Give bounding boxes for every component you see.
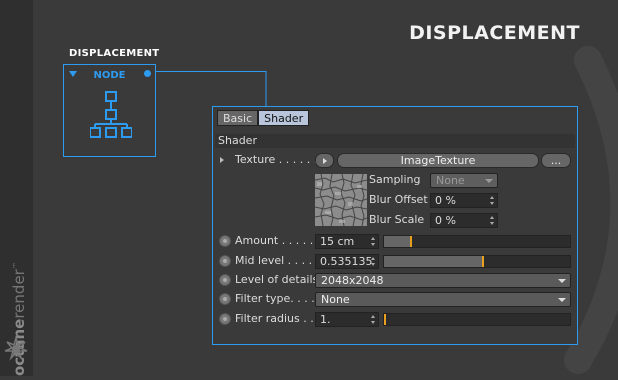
page-title: DISPLACEMENT: [409, 22, 580, 44]
play-icon: [322, 158, 327, 164]
sampling-value: None: [436, 174, 465, 187]
output-pin-icon[interactable]: [144, 70, 151, 77]
filter-radius-row: Filter radius . . 1.: [213, 311, 575, 327]
slider-knob[interactable]: [410, 236, 412, 247]
octane-logo-icon: [4, 336, 28, 361]
filter-type-value: None: [321, 293, 350, 306]
slider-fill: [384, 256, 482, 267]
texture-row: Texture . . . . . . ImageTexture ...: [213, 152, 575, 168]
stepper-icon[interactable]: [371, 237, 376, 246]
texture-play-button[interactable]: [315, 153, 334, 168]
filter-type-row: Filter type. . . . None: [213, 291, 575, 307]
amount-label: Amount . . . . .: [235, 234, 314, 247]
stepper-icon[interactable]: [371, 257, 376, 266]
displacement-node[interactable]: NODE: [63, 64, 156, 157]
blur-offset-value: 0 %: [435, 194, 456, 207]
filter-radius-label: Filter radius . .: [235, 312, 314, 325]
filter-type-dropdown[interactable]: None: [315, 292, 571, 307]
panel-tabs: Basic Shader: [217, 110, 310, 126]
mid-level-input[interactable]: 0.535135: [315, 254, 379, 269]
texture-more-button[interactable]: ...: [541, 153, 571, 168]
slider-knob[interactable]: [384, 314, 386, 325]
filter-radius-slider[interactable]: [383, 313, 571, 326]
stepper-icon[interactable]: [490, 216, 495, 225]
attribute-panel: Basic Shader Shader Texture . . . . . . …: [212, 106, 578, 345]
node-title: DISPLACEMENT: [69, 48, 160, 59]
mid-level-label: Mid level . . . .: [235, 254, 313, 267]
filter-radius-input[interactable]: 1.: [315, 312, 379, 327]
amount-input[interactable]: 15 cm: [315, 234, 379, 249]
level-of-details-label: Level of details: [235, 273, 319, 286]
tab-basic[interactable]: Basic: [217, 110, 259, 126]
amount-row: Amount . . . . . 15 cm: [213, 233, 575, 249]
level-of-details-dropdown[interactable]: 2048x2048: [315, 273, 571, 288]
mid-level-slider[interactable]: [383, 255, 571, 268]
sampling-row: Sampling None: [213, 172, 575, 188]
sampling-dropdown[interactable]: None: [430, 173, 498, 188]
blur-scale-input[interactable]: 0 %: [430, 213, 498, 228]
stepper-icon[interactable]: [371, 315, 376, 324]
mid-level-value: 0.535135: [320, 255, 373, 268]
level-of-details-row: Level of details 2048x2048: [213, 272, 575, 288]
filter-radius-value: 1.: [320, 313, 331, 326]
chevron-down-icon: [485, 179, 493, 183]
stepper-icon[interactable]: [490, 196, 495, 205]
chevron-down-icon: [558, 279, 566, 283]
image-texture-button[interactable]: ImageTexture: [337, 153, 539, 168]
hierarchy-icon: [90, 91, 132, 138]
node-label: NODE: [93, 70, 126, 81]
texture-label: Texture . . . . . .: [235, 153, 318, 166]
blur-scale-label: Blur Scale: [369, 213, 425, 226]
blur-offset-label: Blur Offset: [369, 193, 428, 206]
node-connector-line: [156, 71, 267, 108]
filter-type-label: Filter type. . . .: [235, 292, 315, 305]
section-header-shader: Shader: [215, 134, 575, 148]
blur-scale-row: Blur Scale 0 %: [213, 212, 575, 228]
animate-radio-icon[interactable]: [219, 255, 231, 267]
expand-arrow-icon[interactable]: [220, 157, 224, 163]
amount-value: 15 cm: [320, 235, 355, 248]
sampling-label: Sampling: [369, 173, 421, 186]
amount-slider[interactable]: [383, 235, 571, 248]
mid-level-row: Mid level . . . . 0.535135: [213, 253, 575, 269]
left-brand-bar: octanerender™: [0, 0, 33, 376]
tab-shader[interactable]: Shader: [258, 110, 310, 126]
blur-scale-value: 0 %: [435, 214, 456, 227]
slider-fill: [384, 236, 410, 247]
animate-radio-icon[interactable]: [219, 235, 231, 247]
level-of-details-value: 2048x2048: [321, 274, 384, 287]
animate-radio-icon[interactable]: [219, 313, 231, 325]
animate-radio-icon[interactable]: [219, 274, 231, 286]
animate-radio-icon[interactable]: [219, 293, 231, 305]
chevron-down-icon: [558, 298, 566, 302]
slider-knob[interactable]: [482, 256, 484, 267]
blur-offset-input[interactable]: 0 %: [430, 193, 498, 208]
blur-offset-row: Blur Offset 0 %: [213, 192, 575, 208]
